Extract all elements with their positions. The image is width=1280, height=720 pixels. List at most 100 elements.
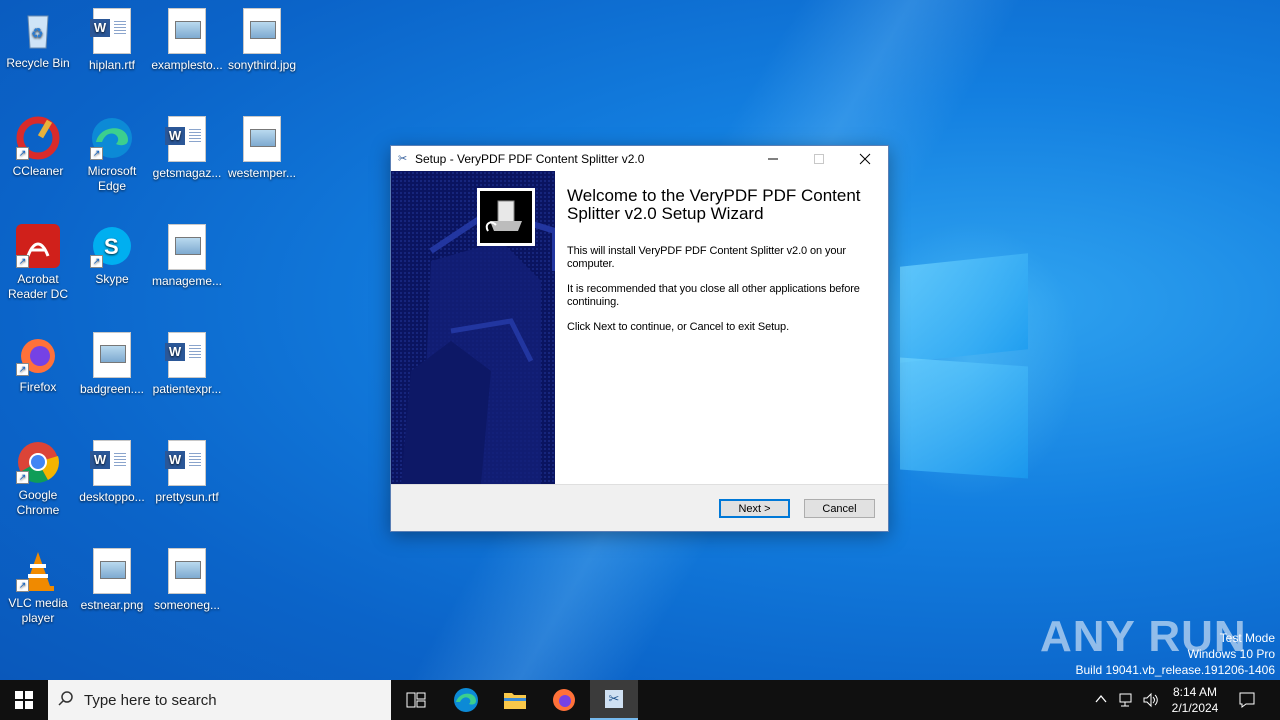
dialog-titlebar[interactable]: ✂ Setup - VeryPDF PDF Content Splitter v… [391, 146, 888, 171]
svg-text:S: S [104, 234, 119, 259]
desktop-icon-label: someoneg... [153, 598, 221, 612]
desktop-icon-label: Skype [95, 272, 129, 286]
wizard-side-banner [391, 171, 555, 484]
minimize-icon [768, 158, 778, 159]
volume-tray-button[interactable] [1142, 691, 1160, 712]
word-document-icon: W [165, 116, 206, 162]
desktop-icon-label: Firefox [19, 380, 57, 394]
desktop-icon-examplesto[interactable]: examplesto... [149, 8, 225, 73]
install-info-text: This will install VeryPDF PDF Content Sp… [567, 245, 846, 270]
taskbar-search-box[interactable]: Type here to search [48, 680, 391, 720]
shortcut-arrow-icon: ↗ [16, 255, 29, 268]
shortcut-arrow-icon: ↗ [90, 147, 103, 160]
notification-icon [1239, 692, 1255, 708]
desktop-icon-label: hiplan.rtf [88, 58, 136, 72]
taskbar-file-explorer[interactable] [491, 680, 539, 720]
recycle-bin-icon: ♻ [16, 8, 60, 52]
desktop-icon-estnear[interactable]: estnear.png [74, 548, 150, 613]
desktop-icon-acrobat[interactable]: ↗ Acrobat Reader DC [0, 224, 76, 302]
desktop-icon-ccleaner[interactable]: ↗ CCleaner [0, 116, 76, 179]
wizard-footer: Next > Cancel [391, 484, 888, 531]
action-center-button[interactable] [1238, 691, 1256, 712]
clock-time: 8:14 AM [1172, 685, 1218, 699]
desktop-icon-label: sonythird.jpg [227, 58, 297, 72]
desktop-icon-label: manageme... [151, 274, 223, 288]
desktop-icon-firefox[interactable]: ↗ Firefox [0, 332, 76, 395]
desktop-icon-label: Recycle Bin [6, 56, 70, 70]
desktop-icon-edge[interactable]: ↗ Microsoft Edge [74, 116, 150, 194]
desktop-icon-someoneg[interactable]: someoneg... [149, 548, 225, 613]
svg-text:♻: ♻ [31, 25, 44, 41]
welcome-heading: Welcome to the VeryPDF PDF Content Split… [567, 186, 861, 223]
setup-app-icon: ✂ [605, 690, 623, 708]
desktop-icon-manageme[interactable]: manageme... [149, 224, 225, 289]
network-icon [1119, 693, 1132, 707]
setup-dialog: ✂ Setup - VeryPDF PDF Content Splitter v… [390, 145, 889, 532]
close-button[interactable] [842, 146, 888, 171]
taskbar-firefox[interactable] [540, 680, 588, 720]
taskbar-edge[interactable] [442, 680, 490, 720]
minimize-button[interactable] [750, 146, 796, 171]
next-button[interactable]: Next > [719, 499, 790, 518]
clock[interactable]: 8:14 AM 2/1/2024 [1168, 684, 1222, 716]
firefox-icon: ↗ [16, 332, 60, 376]
close-icon [859, 153, 871, 164]
word-document-icon: W [165, 332, 206, 378]
desktop-icon-label: westemper... [227, 166, 297, 180]
acrobat-icon: ↗ [16, 224, 60, 268]
taskbar-setup-app[interactable]: ✂ [590, 680, 638, 720]
desktop-icon-desktoppo[interactable]: W desktoppo... [74, 440, 150, 505]
build-text: Build 19041.vb_release.191206-1406 [1075, 663, 1276, 677]
desktop-icon-label: examplesto... [151, 58, 223, 72]
shortcut-arrow-icon: ↗ [16, 147, 29, 160]
desktop-icon-label: estnear.png [80, 598, 144, 612]
image-file-icon [168, 8, 206, 54]
search-placeholder: Type here to search [84, 691, 217, 709]
os-watermark: Test Mode Windows 10 Pro Build 19041.vb_… [1076, 630, 1276, 678]
desktop-icon-westemper[interactable]: westemper... [224, 116, 300, 181]
show-hidden-icons-button[interactable] [1094, 692, 1108, 709]
search-icon [48, 690, 84, 711]
windows-edition-text: Windows 10 Pro [1187, 647, 1275, 661]
desktop-icon-label: VLC media player [8, 596, 68, 625]
edge-icon [454, 688, 478, 712]
start-button[interactable] [0, 680, 48, 720]
windows-logo-pane-bl [900, 357, 1028, 479]
desktop-icon-badgreen[interactable]: badgreen.... [74, 332, 150, 397]
chevron-up-icon [1095, 694, 1107, 703]
desktop-icon-getsmagaz[interactable]: W getsmagaz... [149, 116, 225, 181]
shortcut-arrow-icon: ↗ [16, 363, 29, 376]
wizard-content: Welcome to the VeryPDF PDF Content Split… [567, 171, 878, 334]
network-tray-button[interactable] [1118, 691, 1136, 712]
ccleaner-icon: ↗ [16, 116, 60, 160]
setup-app-icon: ✂ [398, 152, 408, 165]
shortcut-arrow-icon: ↗ [16, 579, 29, 592]
word-document-icon: W [165, 440, 206, 486]
desktop-icon-hiplan[interactable]: W hiplan.rtf [74, 8, 150, 73]
task-view-button[interactable] [392, 680, 440, 720]
desktop-icon-skype[interactable]: S ↗ Skype [74, 224, 150, 287]
desktop-icon-label: badgreen.... [79, 382, 145, 396]
desktop-icon-prettysun[interactable]: W prettysun.rtf [149, 440, 225, 505]
desktop-icon-patientexpr[interactable]: W patientexpr... [149, 332, 225, 397]
desktop-icon-label: CCleaner [12, 164, 64, 178]
installer-logo-icon [480, 191, 532, 243]
desktop-icon-vlc[interactable]: ↗ VLC media player [0, 548, 76, 626]
image-file-icon [93, 332, 131, 378]
shortcut-arrow-icon: ↗ [90, 255, 103, 268]
maximize-button [796, 146, 842, 171]
taskbar: Type here to search ✂ 8:14 AM 2/1/2024 [0, 680, 1280, 720]
desktop-icon-chrome[interactable]: ↗ Google Chrome [0, 440, 76, 518]
desktop-icon-recycle-bin[interactable]: ♻ Recycle Bin [0, 8, 76, 71]
clock-date: 2/1/2024 [1171, 701, 1219, 715]
shortcut-arrow-icon: ↗ [16, 471, 29, 484]
cancel-button[interactable]: Cancel [804, 499, 875, 518]
word-document-icon: W [90, 8, 131, 54]
folder-icon [504, 693, 526, 709]
desktop-icon-sonythird[interactable]: sonythird.jpg [224, 8, 300, 73]
windows-start-icon [15, 691, 33, 709]
speaker-icon [1143, 692, 1158, 708]
installer-logo [477, 188, 535, 246]
edge-icon: ↗ [90, 116, 134, 160]
desktop-icon-label: prettysun.rtf [155, 490, 219, 504]
